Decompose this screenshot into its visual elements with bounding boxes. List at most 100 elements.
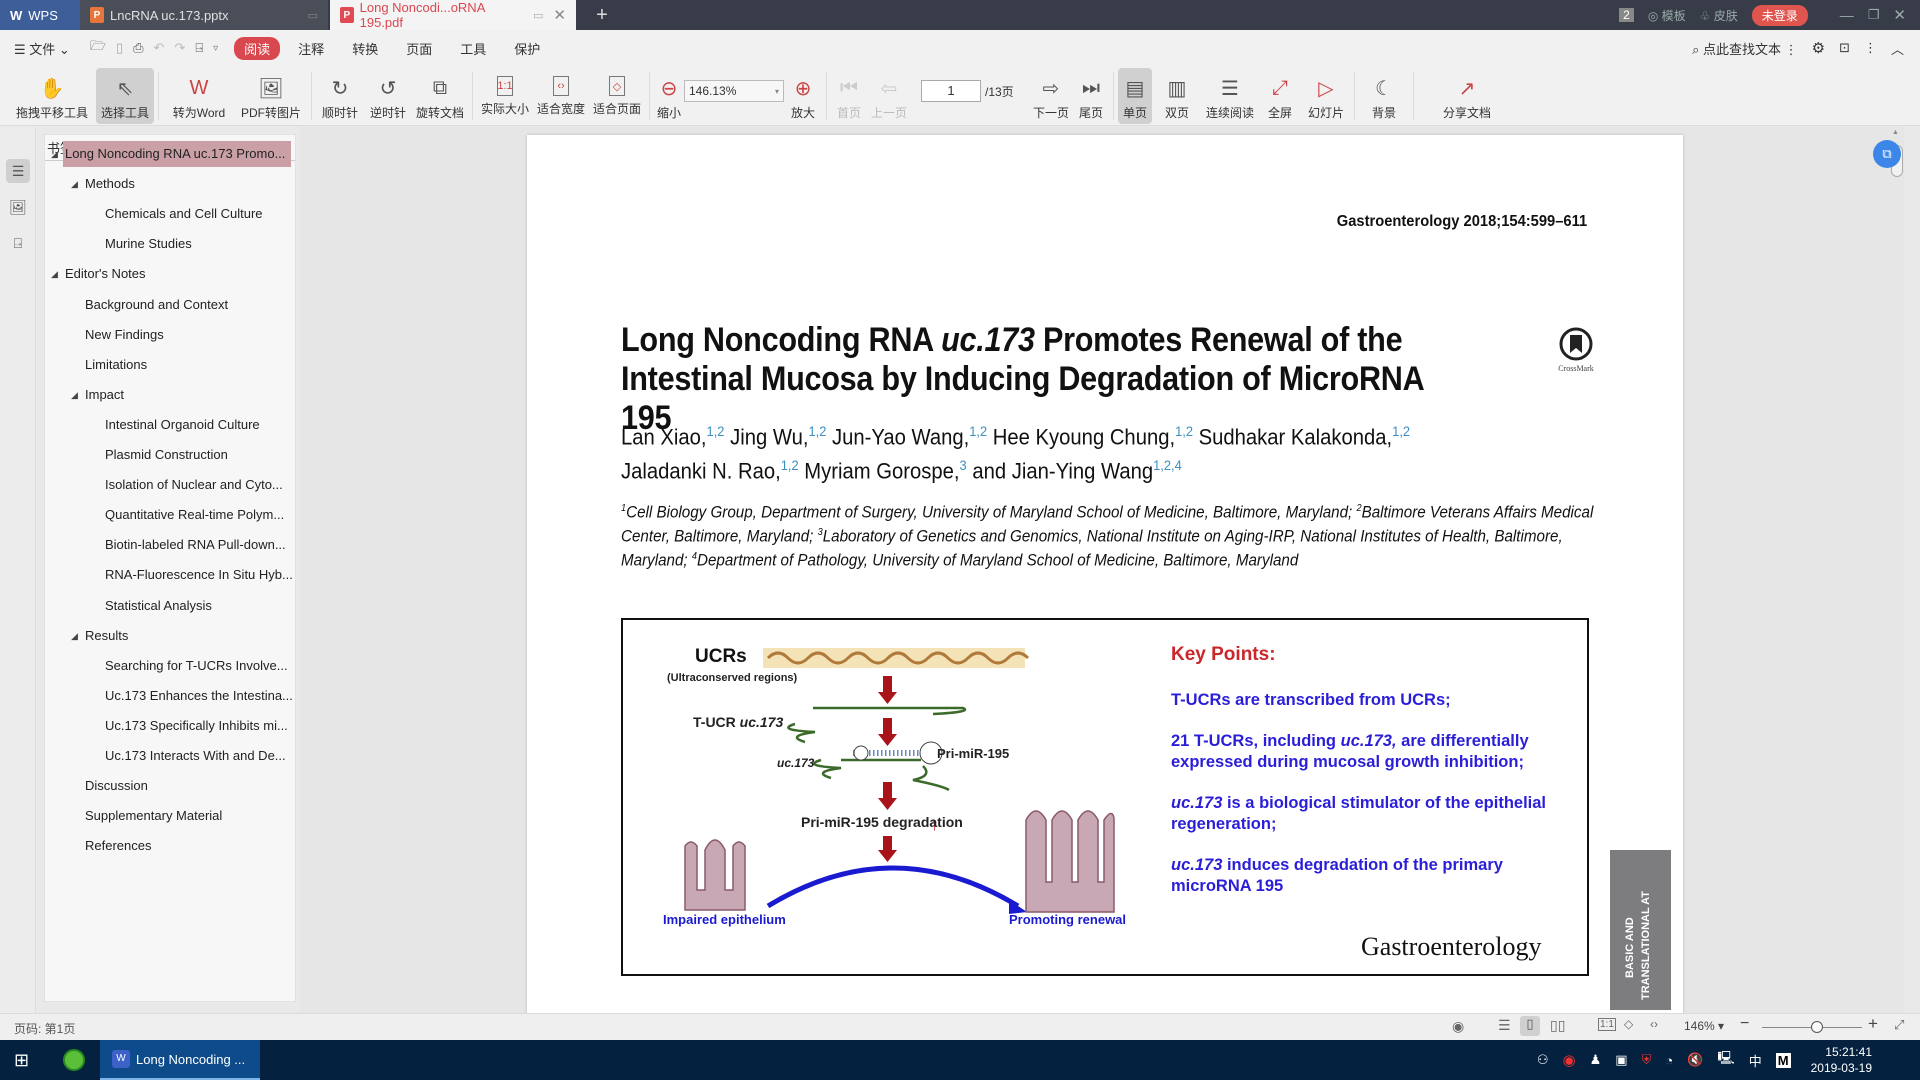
expand-arrow-icon[interactable]: ◢ (71, 390, 78, 401)
bookmark-item[interactable]: Methods (85, 171, 135, 197)
windows-start-icon[interactable]: ⊞ (14, 1050, 29, 1071)
fit-page-status-icon[interactable]: ◇ (1624, 1017, 1633, 1031)
security-shield-icon[interactable]: ⛨ (1642, 1052, 1652, 1068)
bookmark-item[interactable]: Discussion (85, 773, 148, 799)
expand-arrow-icon[interactable]: ◢ (51, 149, 58, 160)
satellite-icon[interactable]: ◔ (1665, 1053, 1673, 1068)
rotate-document-button[interactable]: ⧉ 旋转文档 (412, 68, 468, 124)
network-user-icon[interactable]: ♟ (1590, 1052, 1602, 1068)
zoom-select[interactable]: 146.13% ▾ (684, 80, 784, 102)
bookmark-panel-icon[interactable]: ☰ (6, 159, 30, 183)
comment-icon[interactable]: ⊡ (1839, 40, 1850, 56)
more-icon[interactable]: ⋮ (1864, 40, 1877, 56)
browser-icon[interactable] (63, 1049, 85, 1071)
settings-icon[interactable]: ⚙ (1812, 39, 1825, 57)
crossmark-badge[interactable]: CrossMark (1551, 327, 1601, 373)
bookmark-item[interactable]: Quantitative Real-time Polym... (105, 502, 284, 528)
document-viewport[interactable]: Gastroenterology 2018;154:599–611 Long N… (300, 127, 1904, 1035)
wps-home-tab[interactable]: W WPS (0, 0, 80, 30)
taskbar-app-wps[interactable]: W Long Noncoding ... (100, 1040, 260, 1080)
restore-icon[interactable]: ❐ (1868, 7, 1880, 23)
undo-icon[interactable]: ↶ (154, 40, 165, 56)
bookmark-item[interactable]: Limitations (85, 352, 147, 378)
read-tab[interactable]: 阅读 (234, 36, 281, 60)
print-icon[interactable]: ⎙ (133, 40, 143, 56)
convert-float-button[interactable]: ⧉ (1873, 140, 1901, 168)
bookmark-item[interactable]: Plasmid Construction (105, 442, 228, 468)
page-number-input[interactable]: 1 (921, 80, 981, 102)
minimize-icon[interactable]: — (1840, 7, 1854, 23)
redo-icon[interactable]: ↷ (174, 40, 185, 56)
expand-arrow-icon[interactable]: ◢ (71, 631, 78, 642)
continuous-view-icon[interactable]: ☰ (1498, 1017, 1511, 1034)
bookmark-item[interactable]: Impact (85, 382, 124, 408)
menu-protect[interactable]: 保护 (500, 39, 554, 58)
bookmark-item[interactable]: Results (85, 623, 128, 649)
scroll-up-icon[interactable]: ▲ (1892, 129, 1899, 136)
network-icon[interactable]: 🖳 (1717, 1049, 1734, 1071)
bookmark-item[interactable]: Long Noncoding RNA uc.173 Promo... (63, 141, 291, 167)
bookmark-item[interactable]: Intestinal Organoid Culture (105, 412, 260, 438)
zoom-out-button[interactable]: ⊖ 缩小 (654, 68, 684, 124)
bookmark-item[interactable]: Editor's Notes (65, 261, 146, 287)
bookmark-item[interactable]: Isolation of Nuclear and Cyto... (105, 472, 283, 498)
collapse-ribbon-icon[interactable]: ︿ (1891, 39, 1904, 58)
tray-app-icon[interactable]: ▣ (1615, 1052, 1627, 1068)
window-count-badge[interactable]: 2 (1619, 8, 1634, 22)
vertical-scrollbar[interactable]: ▲ (1888, 127, 1904, 1013)
rotate-clockwise-button[interactable]: ↻ 顺时针 (316, 68, 364, 124)
bookmark-item[interactable]: References (85, 833, 151, 859)
fullscreen-status-icon[interactable]: ⤢ (1894, 1017, 1904, 1033)
more-dropdown-icon[interactable]: ▿ (213, 43, 218, 54)
record-icon[interactable]: ◉ (1563, 1051, 1576, 1069)
bookmark-item[interactable]: Uc.173 Interacts With and De... (105, 743, 286, 769)
people-icon[interactable]: ⚇ (1537, 1052, 1549, 1068)
continuous-read-button[interactable]: ☰ 连续阅读 (1202, 68, 1258, 124)
volume-muted-icon[interactable]: 🔇 (1687, 1052, 1703, 1068)
first-page-button[interactable]: ⏮ 首页 (831, 68, 867, 124)
background-button[interactable]: ☾ 背景 (1359, 68, 1409, 124)
close-tab-icon[interactable]: ✕ (553, 6, 566, 24)
prev-page-button[interactable]: ⇦ 上一页 (867, 68, 911, 124)
new-tab-button[interactable]: + (584, 0, 620, 30)
expand-arrow-icon[interactable]: ◢ (51, 269, 58, 280)
actual-size-button[interactable]: 1:1 实际大小 (477, 68, 533, 124)
thumbnail-panel-icon[interactable]: 🖼 (6, 195, 30, 219)
fit-width-status-icon[interactable]: ‹› (1650, 1017, 1658, 1031)
zoom-slider-knob[interactable] (1811, 1021, 1823, 1033)
last-page-button[interactable]: ⏭ 尾页 (1073, 68, 1109, 124)
pdf-to-image-button[interactable]: 🖼 PDF转图片 (235, 68, 307, 124)
bookmark-item[interactable]: Uc.173 Enhances the Intestina... (105, 683, 293, 709)
find-text-button[interactable]: ⌕ 点此查找文本 ⋮ (1692, 39, 1798, 58)
select-tool-button[interactable]: ⇖ 选择工具 (96, 68, 154, 124)
skin-button[interactable]: ♧ 皮肤 (1700, 7, 1738, 24)
convert-panel-icon[interactable]: ⍈ (6, 231, 30, 255)
m-app-icon[interactable]: M (1775, 1052, 1791, 1068)
bookmark-item[interactable]: Statistical Analysis (105, 593, 212, 619)
zoom-in-button[interactable]: ⊕ 放大 (784, 68, 822, 124)
clock[interactable]: 15:21:41 2019-03-19 (1811, 1044, 1872, 1076)
bookmark-item[interactable]: RNA-Fluorescence In Situ Hyb... (105, 562, 293, 588)
save-icon[interactable]: ▯ (116, 40, 123, 56)
double-view-icon[interactable]: ▯▯ (1550, 1017, 1565, 1034)
zoom-in-status-icon[interactable]: + (1868, 1014, 1878, 1034)
expand-arrow-icon[interactable]: ◢ (71, 179, 78, 190)
zoom-level-select[interactable]: 146% ▾ (1684, 1019, 1724, 1033)
share-document-button[interactable]: ↗ 分享文档 (1432, 68, 1502, 124)
bookmark-item[interactable]: Biotin-labeled RNA Pull-down... (105, 532, 286, 558)
bookmark-item[interactable]: Murine Studies (105, 231, 192, 257)
menu-tools[interactable]: 工具 (446, 39, 500, 58)
zoom-out-status-icon[interactable]: − (1740, 1015, 1749, 1033)
single-page-button[interactable]: ▤ 单页 (1118, 68, 1152, 124)
actual-size-status-icon[interactable]: 1:1 (1598, 1018, 1616, 1031)
convert-word-button[interactable]: W 转为Word (163, 68, 235, 124)
bookmark-item[interactable]: Uc.173 Specifically Inhibits mi... (105, 713, 288, 739)
pdf-page[interactable]: Gastroenterology 2018;154:599–611 Long N… (527, 135, 1683, 1035)
zoom-slider[interactable] (1762, 1021, 1862, 1033)
bookmark-item[interactable]: Searching for T-UCRs Involve... (105, 653, 288, 679)
double-page-button[interactable]: ▥ 双页 (1152, 68, 1202, 124)
export-icon[interactable]: ⍈ (195, 40, 203, 56)
pan-tool-button[interactable]: ✋ 拖拽平移工具 (8, 68, 96, 124)
tab-pdf-document[interactable]: P Long Noncodi...oRNA 195.pdf ▭ ✕ (330, 0, 576, 30)
file-menu[interactable]: ☰ 文件 ⌄ (0, 39, 84, 58)
